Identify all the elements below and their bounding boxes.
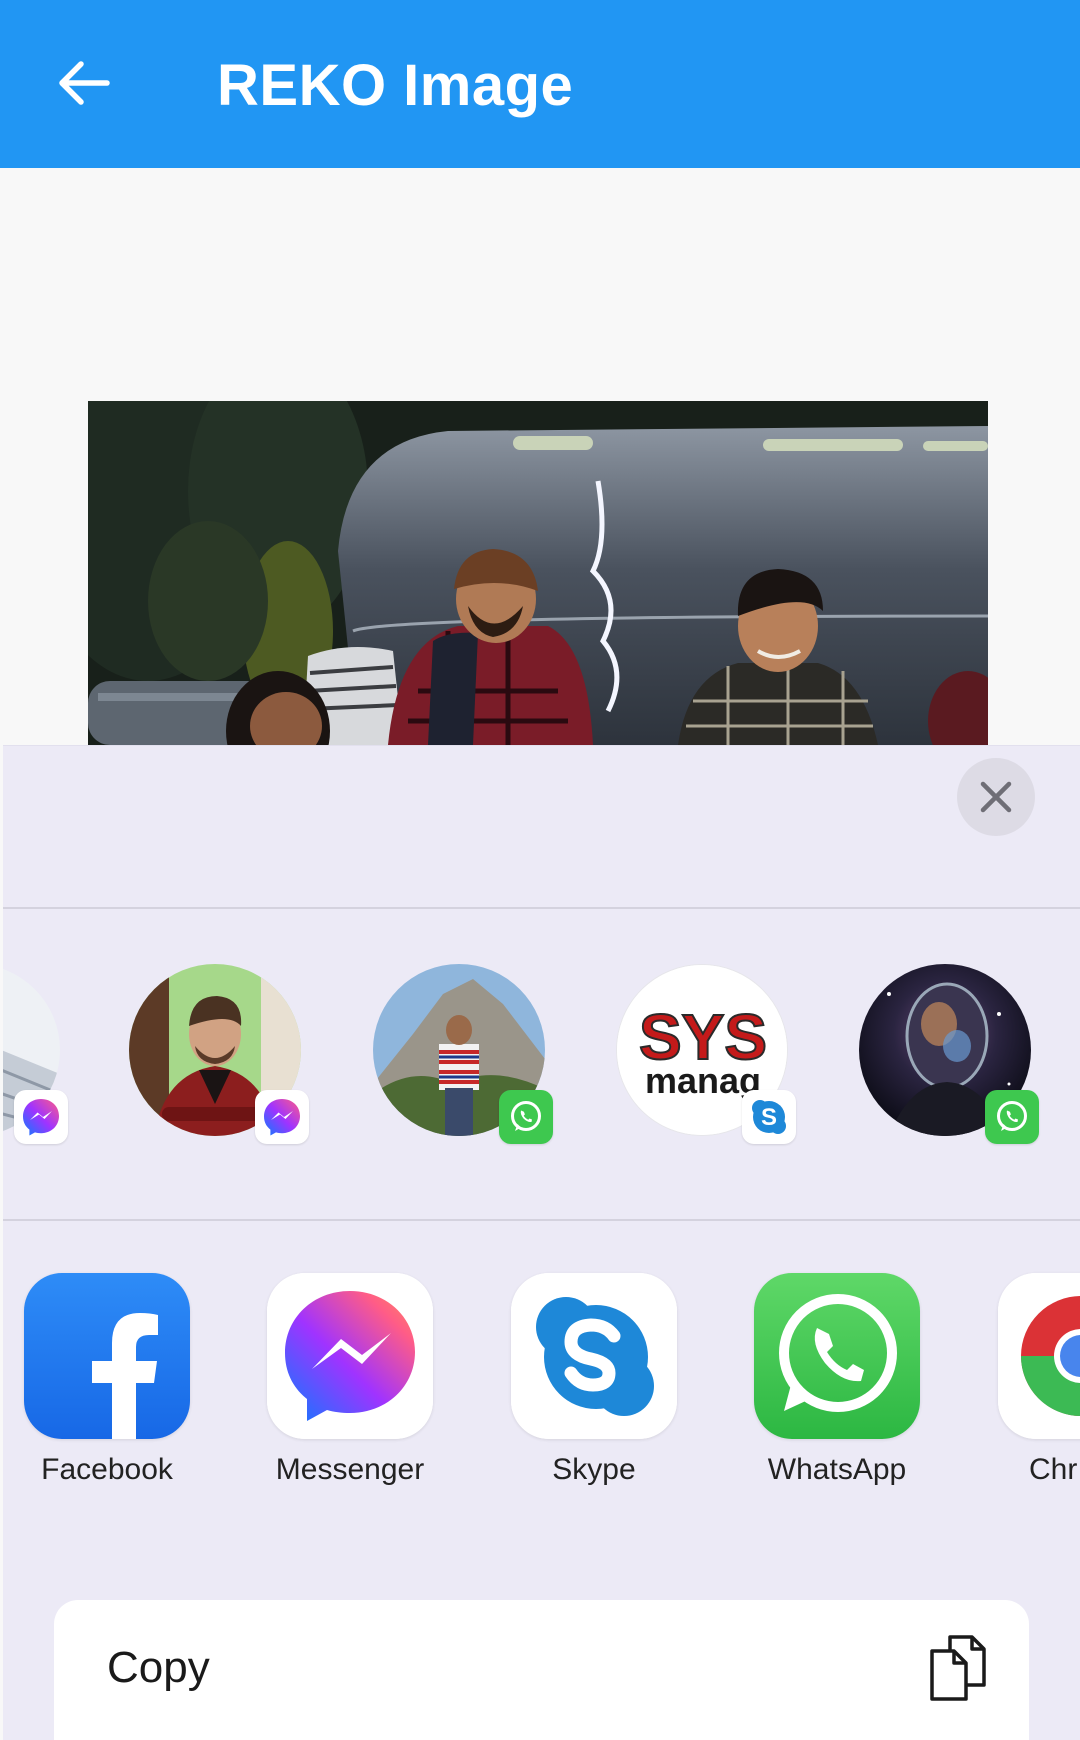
messenger-icon — [267, 1273, 433, 1439]
main-image — [88, 401, 988, 745]
share-sheet-header — [3, 746, 1080, 909]
app-label: WhatsApp — [767, 1453, 907, 1486]
share-app-skype[interactable]: Skype — [494, 1273, 694, 1489]
copy-action[interactable]: Copy — [54, 1600, 1029, 1740]
whatsapp-badge — [499, 1090, 553, 1144]
share-sheet: SYS manag S Facebook Messenger Skype Wha… — [3, 745, 1080, 1740]
app-label: Chr — [1029, 1453, 1078, 1486]
copy-icon — [930, 1635, 986, 1701]
facebook-icon — [24, 1273, 190, 1439]
share-app-facebook[interactable]: Facebook — [7, 1273, 207, 1489]
share-apps-row: Facebook Messenger Skype WhatsApp Chr — [3, 1223, 1080, 1523]
person-suggestion[interactable] — [859, 964, 1039, 1144]
app-label: Facebook — [41, 1453, 173, 1486]
close-button[interactable] — [957, 758, 1035, 836]
whatsapp-badge — [985, 1090, 1039, 1144]
app-label: Skype — [552, 1453, 636, 1486]
whatsapp-icon — [754, 1273, 920, 1439]
copy-label: Copy — [107, 1643, 210, 1692]
person-suggestion[interactable] — [373, 964, 553, 1144]
whatsapp-icon — [997, 1101, 1027, 1131]
app-label: Messenger — [275, 1453, 425, 1486]
person-suggestion[interactable] — [3, 964, 68, 1144]
skype-icon: S — [752, 1100, 786, 1134]
share-app-messenger[interactable]: Messenger — [250, 1273, 450, 1489]
whatsapp-icon — [511, 1101, 541, 1131]
skype-icon — [511, 1273, 677, 1439]
messenger-badge — [14, 1090, 68, 1144]
svg-text:S: S — [761, 1104, 777, 1131]
arrow-left-icon — [59, 61, 110, 105]
person-suggestion[interactable] — [129, 964, 309, 1144]
messenger-badge — [255, 1090, 309, 1144]
share-app-whatsapp[interactable]: WhatsApp — [737, 1273, 937, 1489]
page-title: REKO Image — [217, 53, 574, 118]
skype-badge: S — [742, 1090, 796, 1144]
messenger-icon — [23, 1099, 59, 1136]
back-button[interactable] — [48, 48, 118, 118]
share-app-chrome[interactable]: Chr — [981, 1273, 1080, 1489]
app-bar: REKO Image — [0, 0, 1080, 168]
chrome-icon — [998, 1273, 1080, 1439]
people-suggestions: SYS manag S — [3, 909, 1080, 1221]
person-suggestion[interactable]: SYS manag S — [616, 964, 796, 1144]
messenger-icon — [264, 1099, 300, 1136]
close-icon — [980, 781, 1012, 813]
